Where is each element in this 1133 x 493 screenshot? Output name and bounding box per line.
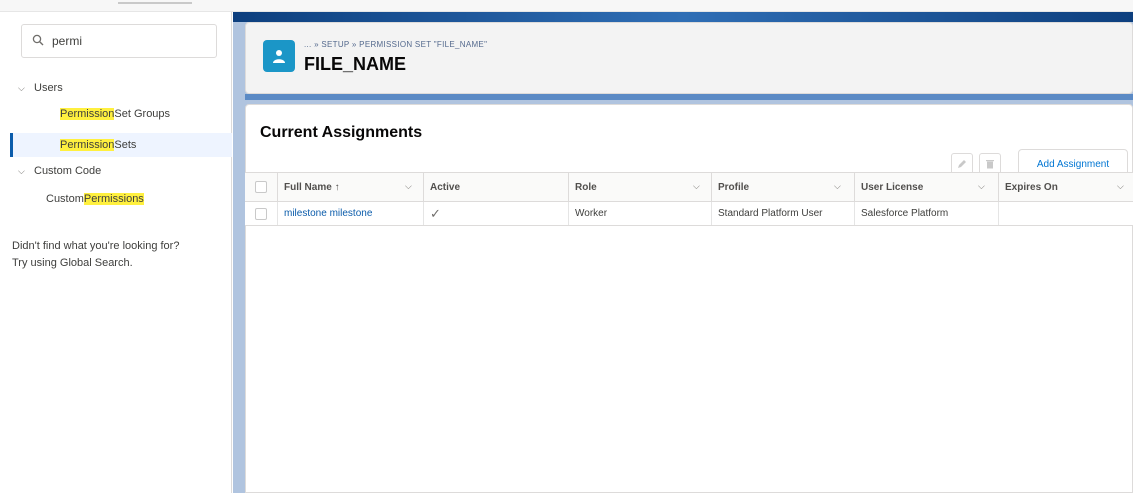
- tree-item-permission-set-groups[interactable]: Permission Set Groups: [60, 108, 170, 120]
- chevron-down-icon[interactable]: ⌵: [1117, 181, 1124, 192]
- page-header: ... » SETUP » PERMISSION SET "FILE_NAME"…: [245, 22, 1133, 94]
- tree-node-custom-code[interactable]: ⌵ Custom Code: [18, 165, 101, 177]
- search-highlight: Permissions: [83, 193, 144, 205]
- table-row: milestone milestone ✓ Worker Standard Pl…: [245, 202, 1133, 226]
- chevron-down-icon[interactable]: ⌵: [978, 181, 985, 192]
- column-header-full-name[interactable]: Full Name ↑: [277, 173, 423, 201]
- cell-expires-on: [998, 202, 1133, 225]
- top-strip: [0, 0, 1133, 12]
- table-header: Full Name ↑ ⌵ Active Role ⌵ Profile ⌵ Us…: [245, 172, 1133, 202]
- search-highlight: Permission: [60, 108, 115, 120]
- cell-profile: Standard Platform User: [711, 202, 854, 225]
- label-part: Sets: [114, 139, 137, 151]
- cell-role: Worker: [568, 202, 711, 225]
- column-header-role[interactable]: Role: [568, 173, 711, 201]
- tree-item-permission-sets[interactable]: Permission Sets: [10, 133, 232, 157]
- top-banner: [233, 12, 1133, 22]
- chevron-down-icon[interactable]: ⌵: [834, 181, 841, 192]
- column-header-active[interactable]: Active: [423, 173, 568, 201]
- no-results-help: Didn't find what you're looking for? Try…: [12, 238, 222, 272]
- setup-sidebar: permi ⌵ Users Permission Set Groups Perm…: [0, 12, 232, 493]
- assignments-card: Current Assignments Add Assignment: [245, 104, 1133, 493]
- help-line: Didn't find what you're looking for?: [12, 240, 180, 252]
- search-icon: [32, 34, 46, 48]
- chevron-down-icon[interactable]: ⌵: [405, 181, 412, 192]
- chevron-down-icon: ⌵: [18, 82, 25, 93]
- column-label: Full Name ↑: [284, 181, 340, 193]
- page-title: FILE_NAME: [304, 54, 407, 74]
- column-label: Profile: [718, 181, 750, 193]
- tree-node-users[interactable]: ⌵ Users: [18, 82, 63, 94]
- quick-find-value: permi: [52, 34, 83, 48]
- header-divider-band: [245, 94, 1133, 100]
- column-header-user-license[interactable]: User License: [854, 173, 998, 201]
- quick-find-input[interactable]: permi: [21, 24, 217, 58]
- cell-user-license: Salesforce Platform: [854, 202, 998, 225]
- breadcrumb[interactable]: ... » SETUP » PERMISSION SET "FILE_NAME": [304, 40, 487, 49]
- chevron-down-icon: ⌵: [18, 165, 25, 176]
- user-icon: [263, 40, 295, 72]
- label-part: Set Groups: [114, 108, 171, 120]
- column-label: User License: [861, 181, 924, 193]
- column-label: Expires On: [1005, 181, 1058, 193]
- active-check-icon: ✓: [423, 202, 568, 225]
- chevron-down-icon[interactable]: ⌵: [693, 181, 700, 192]
- main-content: ... » SETUP » PERMISSION SET "FILE_NAME"…: [233, 12, 1133, 493]
- search-highlight: Permission: [60, 139, 115, 151]
- select-all-cell: [245, 173, 277, 201]
- row-select-cell: [245, 202, 277, 225]
- column-header-expires-on[interactable]: Expires On: [998, 173, 1133, 201]
- column-label: Role: [575, 181, 597, 193]
- column-header-profile[interactable]: Profile: [711, 173, 854, 201]
- cell-full-name-link[interactable]: milestone milestone: [277, 202, 423, 225]
- card-title: Current Assignments: [260, 124, 423, 141]
- top-tab-indicator: [118, 0, 192, 4]
- tree-node-label: Custom Code: [34, 165, 102, 177]
- help-line: Try using Global Search.: [12, 257, 133, 269]
- row-checkbox[interactable]: [255, 207, 267, 220]
- select-all-checkbox[interactable]: [255, 181, 267, 193]
- tree-item-custom-permissions[interactable]: Custom Permissions: [46, 193, 144, 205]
- label-part: Custom: [46, 193, 84, 205]
- tree-node-label: Users: [34, 82, 63, 94]
- column-label: Active: [430, 181, 461, 193]
